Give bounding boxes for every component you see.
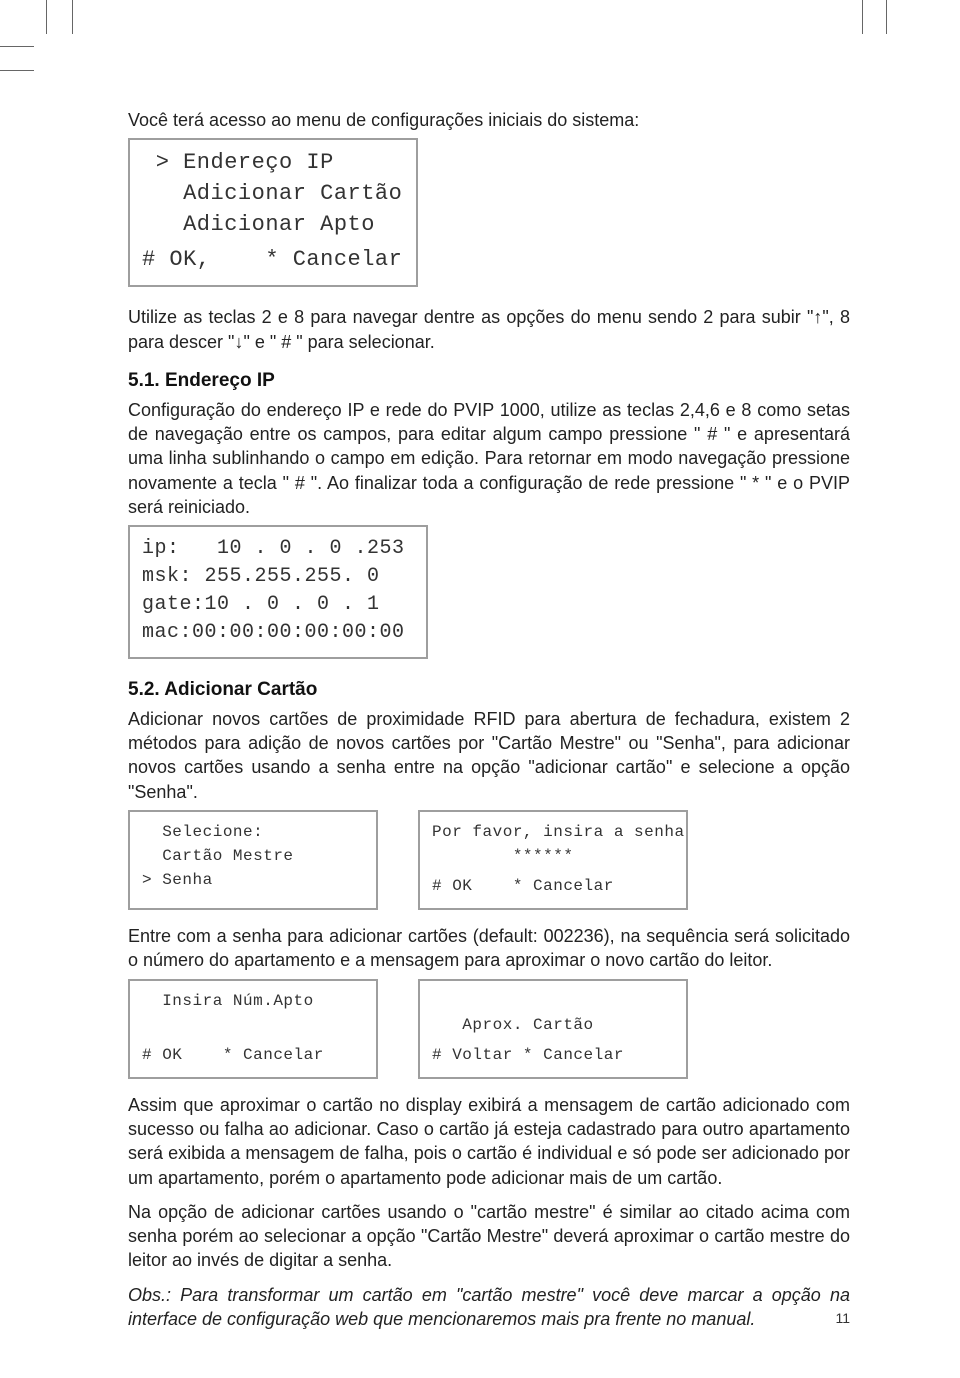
- lcd-line: Aprox. Cartão: [432, 1013, 674, 1037]
- lcd-insert-apto: Insira Núm.Apto # OK * Cancelar: [128, 979, 378, 1079]
- lcd-pair-apto-cartao: Insira Núm.Apto # OK * Cancelar Aprox. C…: [128, 979, 850, 1079]
- lcd-line: Selecione:: [142, 820, 364, 844]
- menu-footer: # OK, * Cancelar: [142, 245, 404, 276]
- lcd-footer: # Voltar * Cancelar: [432, 1043, 674, 1067]
- lcd-line: Insira Núm.Apto: [142, 989, 364, 1013]
- lcd-enter-password: Por favor, insira a senha ****** # OK * …: [418, 810, 688, 910]
- section-5-1-body: Configuração do endereço IP e rede do PV…: [128, 398, 850, 519]
- section-5-2-body: Adicionar novos cartões de proximidade R…: [128, 707, 850, 804]
- after-text-2: Na opção de adicionar cartões usando o "…: [128, 1200, 850, 1273]
- lcd-line: Cartão Mestre: [142, 844, 364, 868]
- menu-line: Adicionar Cartão: [142, 179, 404, 210]
- lcd-select-method: Selecione: Cartão Mestre > Senha: [128, 810, 378, 910]
- ip-line: mac:00:00:00:00:00:00: [142, 619, 414, 647]
- lcd-pair-select-senha: Selecione: Cartão Mestre > Senha Por fav…: [128, 810, 850, 910]
- obs-text: Obs.: Para transformar um cartão em "car…: [128, 1283, 850, 1332]
- lcd-line: ******: [432, 844, 674, 868]
- lcd-aprox-cartao: Aprox. Cartão # Voltar * Cancelar: [418, 979, 688, 1079]
- after-text-1: Assim que aproximar o cartão no display …: [128, 1093, 850, 1190]
- lcd-footer: # OK * Cancelar: [432, 874, 674, 898]
- intro-text: Você terá acesso ao menu de configuraçõe…: [128, 108, 850, 132]
- menu-line: Adicionar Apto: [142, 210, 404, 241]
- nav-instructions: Utilize as teclas 2 e 8 para navegar den…: [128, 305, 850, 354]
- lcd-line: [142, 1013, 364, 1037]
- lcd-footer: # OK * Cancelar: [142, 1043, 364, 1067]
- section-5-2-title: 5.2. Adicionar Cartão: [128, 677, 850, 703]
- lcd-line: Por favor, insira a senha: [432, 820, 674, 844]
- ip-line: msk: 255.255.255. 0: [142, 563, 414, 591]
- lcd-line: [432, 989, 674, 1013]
- crop-marks: [0, 0, 960, 80]
- page-number: 11: [835, 1309, 850, 1328]
- ip-line: gate:10 . 0 . 0 . 1: [142, 591, 414, 619]
- ip-line: ip: 10 . 0 . 0 .253: [142, 535, 414, 563]
- page-container: Você terá acesso ao menu de configuraçõe…: [0, 0, 960, 1378]
- mid-instructions: Entre com a senha para adicionar cartões…: [128, 924, 850, 973]
- lcd-main-menu: > Endereço IP Adicionar Cartão Adicionar…: [128, 138, 418, 287]
- menu-line: > Endereço IP: [142, 148, 404, 179]
- section-5-1-title: 5.1. Endereço IP: [128, 368, 850, 394]
- lcd-ip-config: ip: 10 . 0 . 0 .253 msk: 255.255.255. 0 …: [128, 525, 428, 659]
- lcd-line: > Senha: [142, 868, 364, 892]
